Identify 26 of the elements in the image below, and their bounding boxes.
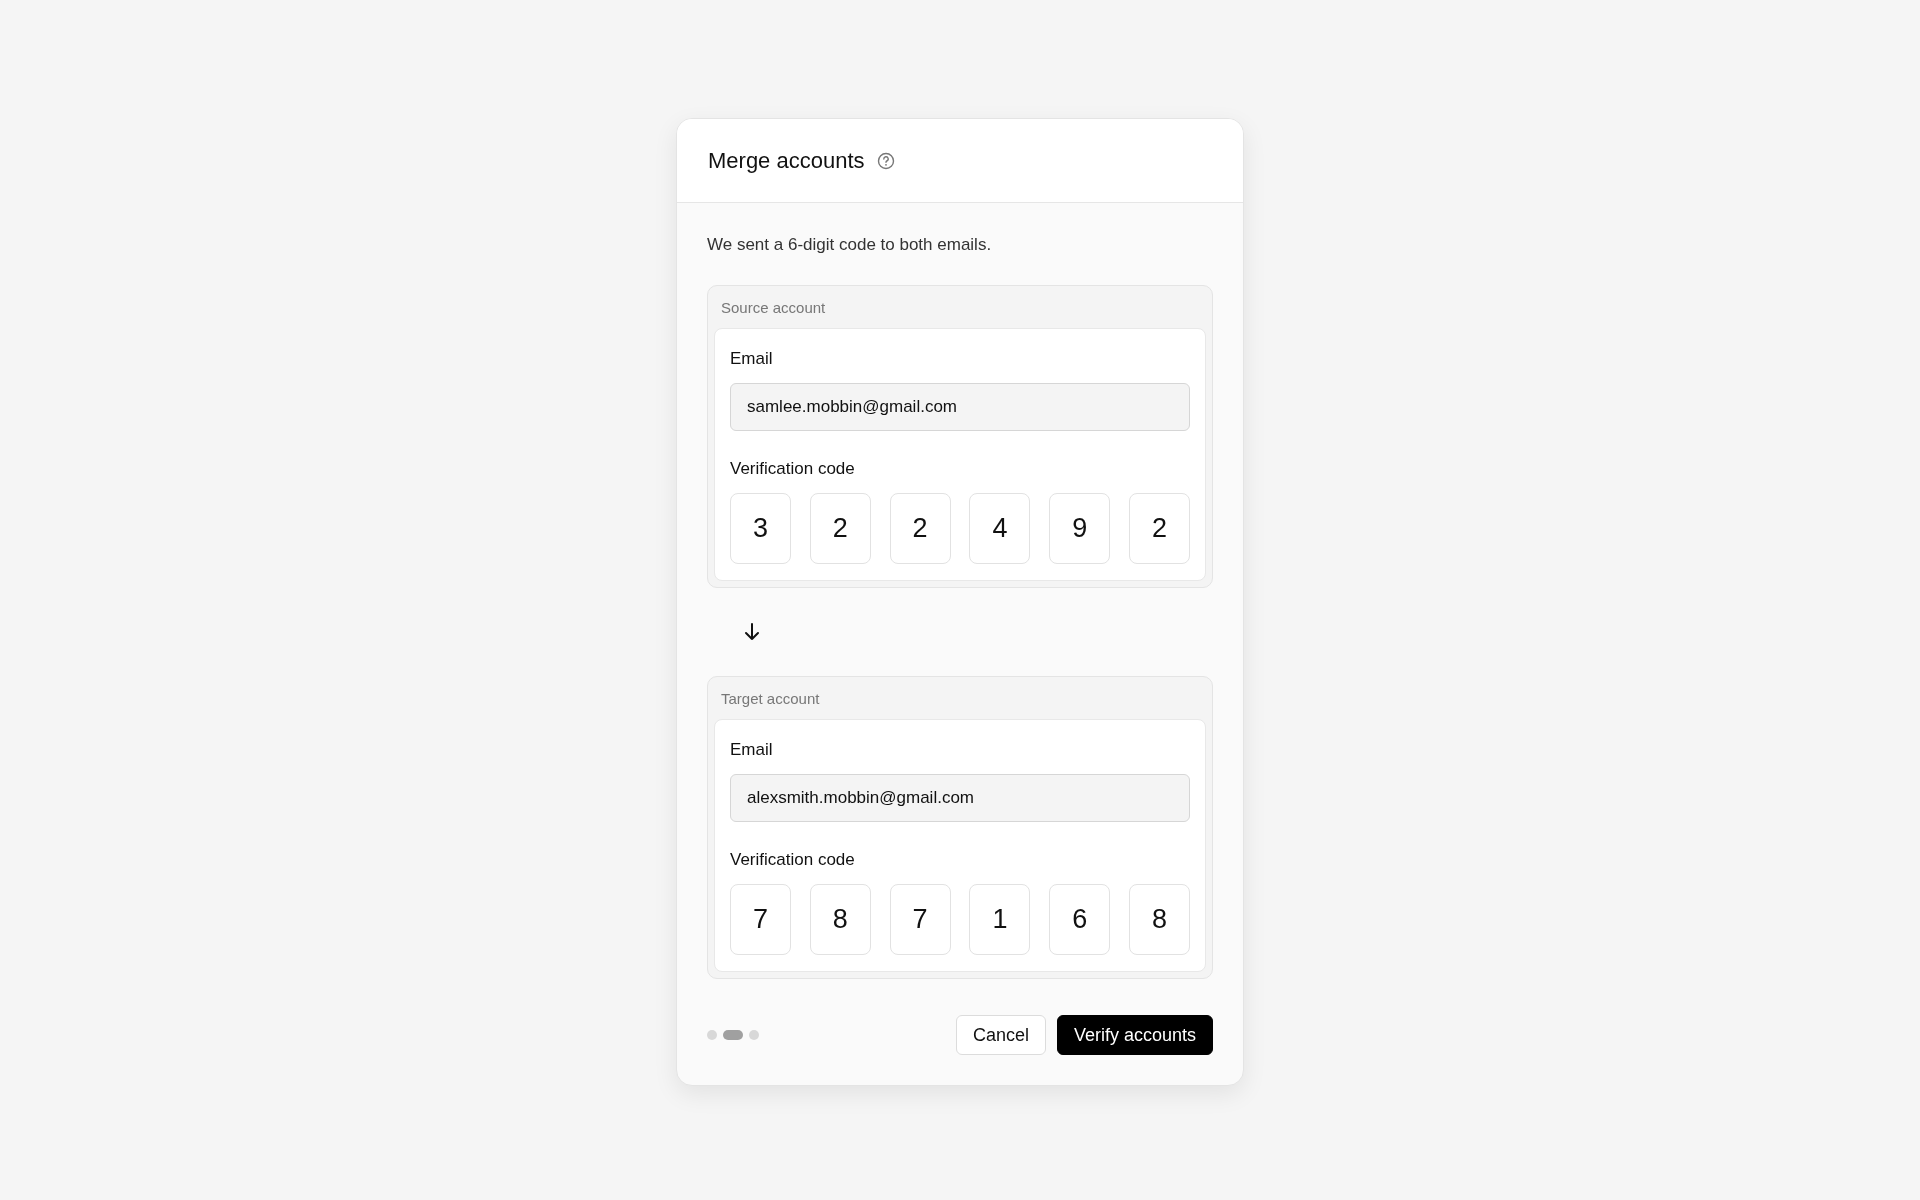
code-digit-field[interactable]: 7 [889, 884, 951, 955]
code-digit-field[interactable]: 8 [1129, 884, 1190, 955]
code-digit-field[interactable]: 3 [730, 493, 791, 564]
account-heading: Source account [721, 298, 826, 316]
dialog-title: Merge accounts [708, 147, 865, 174]
code-digit-field[interactable]: 7 [730, 884, 791, 955]
code-digit-field[interactable]: 2 [809, 493, 871, 564]
verify-button[interactable]: Verify accounts [1056, 1015, 1213, 1055]
code-digit-field[interactable]: 6 [1049, 884, 1111, 955]
cancel-button[interactable]: Cancel [955, 1015, 1046, 1055]
email-field[interactable]: alexsmith.mobbin@gmail.com [730, 774, 1190, 822]
email-field[interactable]: samlee.mobbin@gmail.com [730, 383, 1190, 431]
field-label: Email [730, 349, 774, 369]
code-digit-field[interactable]: 9 [1049, 493, 1111, 564]
code-digit-field[interactable]: 4 [969, 493, 1031, 564]
field-label: Email [730, 740, 774, 760]
help-icon[interactable] [876, 151, 895, 170]
down-arrow-icon [743, 622, 761, 642]
code-digit-field[interactable]: 2 [889, 493, 951, 564]
field-label: Verification code [730, 459, 856, 479]
account-heading: Target account [721, 689, 820, 707]
code-digit-field[interactable]: 8 [809, 884, 871, 955]
code-digit-field[interactable]: 2 [1129, 493, 1190, 564]
code-digit-field[interactable]: 1 [969, 884, 1031, 955]
instruction-text: We sent a 6-digit code to both emails. [707, 235, 993, 255]
field-label: Verification code [730, 850, 856, 870]
